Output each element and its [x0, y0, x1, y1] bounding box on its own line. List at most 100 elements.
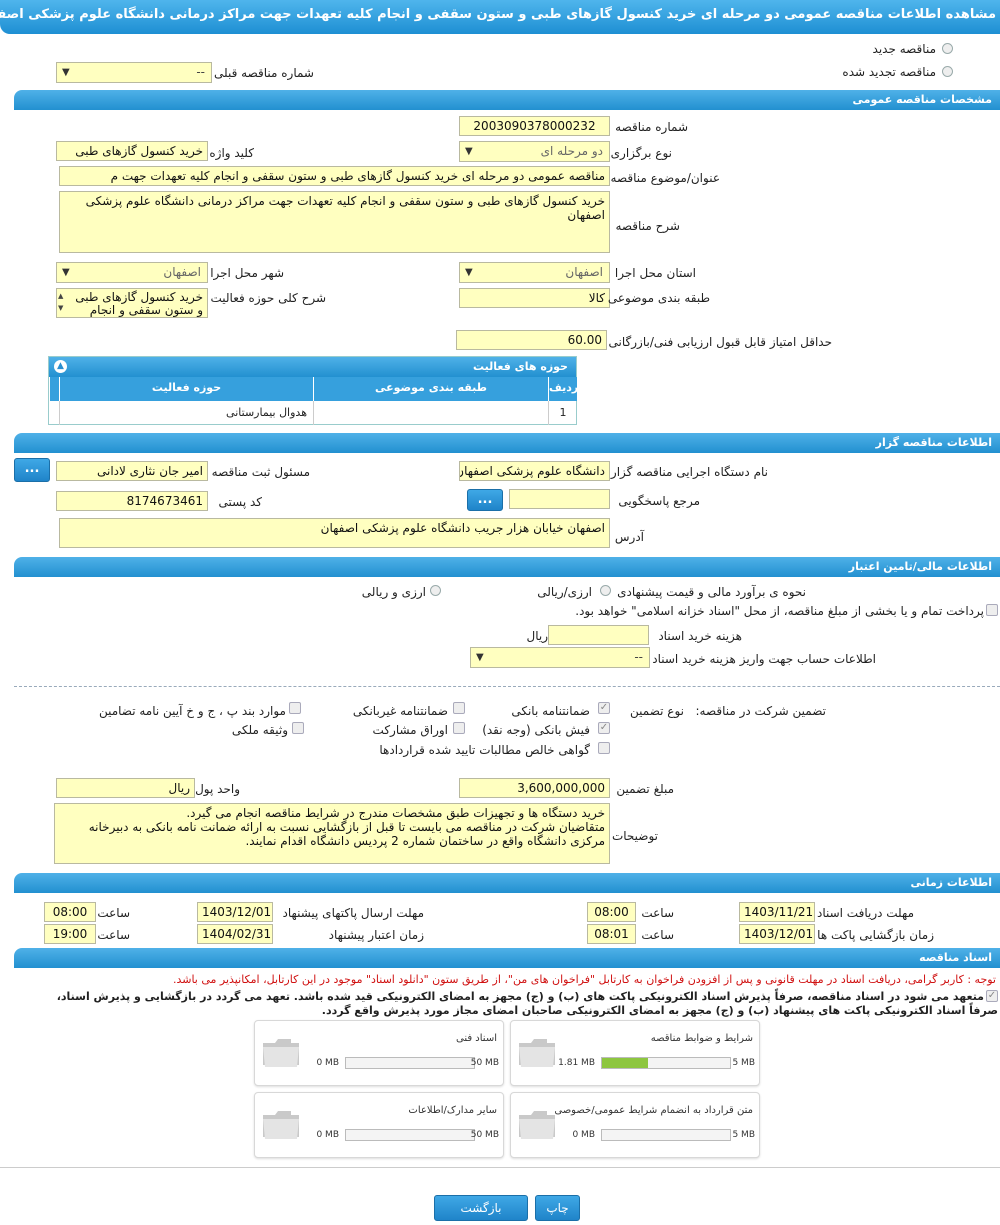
collapse-icon[interactable]: ▲ [54, 360, 67, 373]
subject-label: عنوان/موضوع مناقصه [610, 171, 720, 185]
finance-section-header: اطلاعات مالی/تامین اعتبار [14, 557, 1000, 577]
org-label: نام دستگاه اجرایی مناقصه گزار [610, 465, 768, 479]
guarantee-amount-label: مبلغ تضمین [616, 782, 674, 796]
chevron-down-icon: ▼ [465, 267, 473, 278]
postal-code-field: 8174673461 [56, 491, 208, 511]
doc-card-current: 1.81 MB [558, 1058, 595, 1068]
org-field: دانشگاه علوم پزشکی اصفهان [459, 461, 610, 481]
valid-label: زمان اعتبار پیشنهاد [328, 928, 424, 942]
min-score-label: حداقل امتیاز قابل قبول ارزیابی فنی/بازرگ… [608, 335, 832, 349]
doc-card[interactable]: اسناد فنی 50 MB 0 MB [254, 1020, 504, 1086]
bank-receipt-checkbox: ✓ [598, 722, 610, 734]
doc-card-progress [601, 1129, 731, 1141]
doc-card-progress [345, 1129, 475, 1141]
footer-divider [0, 1167, 1000, 1168]
account-label: اطلاعات حساب جهت واریز هزینه خرید اسناد [652, 652, 876, 666]
valid-time-label: ساعت [97, 928, 130, 942]
activity-table: حوزه های فعالیت ▲ ردیف طبقه بندی موضوعی … [48, 356, 578, 425]
open-label: زمان بازگشایی پاکت ها [817, 928, 934, 942]
new-tender-radio[interactable] [942, 43, 953, 54]
doc-card-progress [601, 1057, 731, 1069]
receive-time-label: ساعت [641, 906, 674, 920]
treasury-checkbox[interactable] [986, 604, 998, 616]
doc-card-current: 0 MB [572, 1130, 595, 1140]
currency-unit-field: ریال [56, 778, 195, 798]
notes-field: خرید دستگاه ها و تجهیزات طبق مشخصات مندر… [54, 803, 610, 864]
open-date-field: 1403/12/01 [739, 924, 815, 944]
scope-field[interactable]: خرید کنسول گازهای طبی و ستون سقفی و انجا… [56, 288, 208, 318]
doc-fee-field [548, 625, 649, 645]
reference-label: مرجع پاسخگویی [618, 494, 700, 508]
rial-currency-radio[interactable] [600, 585, 611, 596]
type-select[interactable]: دو مرحله ای ▼ [459, 141, 610, 162]
responsible-label: مسئول ثبت مناقصه [211, 465, 310, 479]
doc-card[interactable]: سایر مدارک/اطلاعات 50 MB 0 MB [254, 1092, 504, 1158]
currency-and-rial-radio[interactable] [430, 585, 441, 596]
doc-card[interactable]: شرایط و ضوابط مناقصه 5 MB 1.81 MB [510, 1020, 760, 1086]
col-field: حوزه فعالیت [59, 377, 313, 401]
responsible-field: امیر جان نثاری لادانی [56, 461, 208, 481]
nonbank-guarantee-label: ضمانتنامه غیربانکی [352, 704, 448, 718]
timing-section-header: اطلاعات زمانی [14, 873, 1000, 893]
scope-label: شرح کلی حوزه فعالیت [210, 291, 327, 305]
print-button[interactable]: چاپ [535, 1195, 580, 1221]
scroll-arrows-icon[interactable]: ▲ ▼ [58, 290, 63, 314]
open-time-label: ساعت [641, 928, 674, 942]
postal-code-label: کد پستی [218, 495, 263, 509]
doc-card-progress [345, 1057, 475, 1069]
doc-card-name: اسناد فنی [456, 1033, 497, 1044]
bonds-checkbox [453, 722, 465, 734]
prev-tender-select[interactable]: -- ▼ [56, 62, 212, 83]
city-value: اصفهان [163, 265, 201, 279]
currency-unit-label: واحد پول [195, 782, 240, 796]
back-button[interactable]: بازگشت [434, 1195, 528, 1221]
col-row: ردیف [548, 377, 578, 401]
keyword-label: کلید واژه [209, 146, 254, 160]
notes-label: توضیحات [611, 829, 658, 843]
category-label: طبقه بندی موضوعی [607, 291, 710, 305]
valid-date-field: 1404/02/31 [197, 924, 273, 944]
send-label: مهلت ارسال پاکتهای پیشنهاد [282, 906, 424, 920]
bonds-label: اوراق مشارکت [372, 723, 448, 737]
subject-field: مناقصه عمومی دو مرحله ای خرید کنسول گازه… [59, 166, 610, 186]
commitment-text-2: صرفاً اسناد الکترونیکی پاکت های پیشنهاد … [321, 1004, 998, 1017]
renewed-tender-radio[interactable] [942, 66, 953, 77]
organizer-section-header: اطلاعات مناقصه گزار [14, 433, 1000, 453]
doc-card-name: متن قرارداد به انضمام شرایط عمومی/خصوصی [554, 1105, 753, 1116]
doc-card-current: 0 MB [316, 1058, 339, 1068]
responsible-more-button[interactable]: ... [14, 458, 50, 482]
prev-tender-value: -- [196, 65, 205, 79]
doc-card-current: 0 MB [316, 1130, 339, 1140]
estimate-label: نحوه ی برآورد مالی و قیمت پیشنهادی [617, 585, 806, 599]
chevron-down-icon: ▼ [62, 67, 70, 78]
doc-card-max: 50 MB [470, 1130, 499, 1140]
general-section-header: مشخصات مناقصه عمومی [14, 90, 1000, 110]
doc-fee-label: هزینه خرید اسناد [658, 629, 742, 643]
reference-field [509, 489, 610, 509]
account-select[interactable]: -- ▼ [470, 647, 650, 668]
tender-number-label: شماره مناقصه [615, 120, 688, 134]
bpj-items-label: موارد بند پ ، ج و خ آیین نامه تضامین [98, 704, 286, 718]
reference-more-button[interactable]: ... [467, 489, 503, 511]
send-date-field: 1403/12/01 [197, 902, 273, 922]
min-score-field: 60.00 [456, 330, 607, 350]
guarantee-amount-field: 3,600,000,000 [459, 778, 610, 798]
open-time-field: 08:01 [587, 924, 636, 944]
folder-icon [263, 1039, 299, 1067]
treasury-text: پرداخت تمام و یا بخشی از مبلغ مناقصه، از… [575, 604, 984, 618]
type-value: دو مرحله ای [540, 144, 603, 158]
province-label: استان محل اجرا [614, 266, 696, 280]
doc-card[interactable]: متن قرارداد به انضمام شرایط عمومی/خصوصی … [510, 1092, 760, 1158]
guarantee-label: تضمین شرکت در مناقصه: [695, 704, 826, 718]
doc-card-name: شرایط و ضوابط مناقصه [650, 1033, 753, 1044]
category-field: کالا [459, 288, 610, 308]
table-cell-category [313, 401, 548, 425]
table-cell-row: 1 [548, 401, 577, 425]
doc-card-max: 50 MB [470, 1058, 499, 1068]
folder-icon [263, 1111, 299, 1139]
col-spacer [49, 377, 59, 401]
city-select[interactable]: اصفهان ▼ [56, 262, 208, 283]
send-time-label: ساعت [97, 906, 130, 920]
page-title: مشاهده اطلاعات مناقصه عمومی دو مرحله ای … [0, 0, 1000, 34]
province-select[interactable]: اصفهان ▼ [459, 262, 610, 283]
